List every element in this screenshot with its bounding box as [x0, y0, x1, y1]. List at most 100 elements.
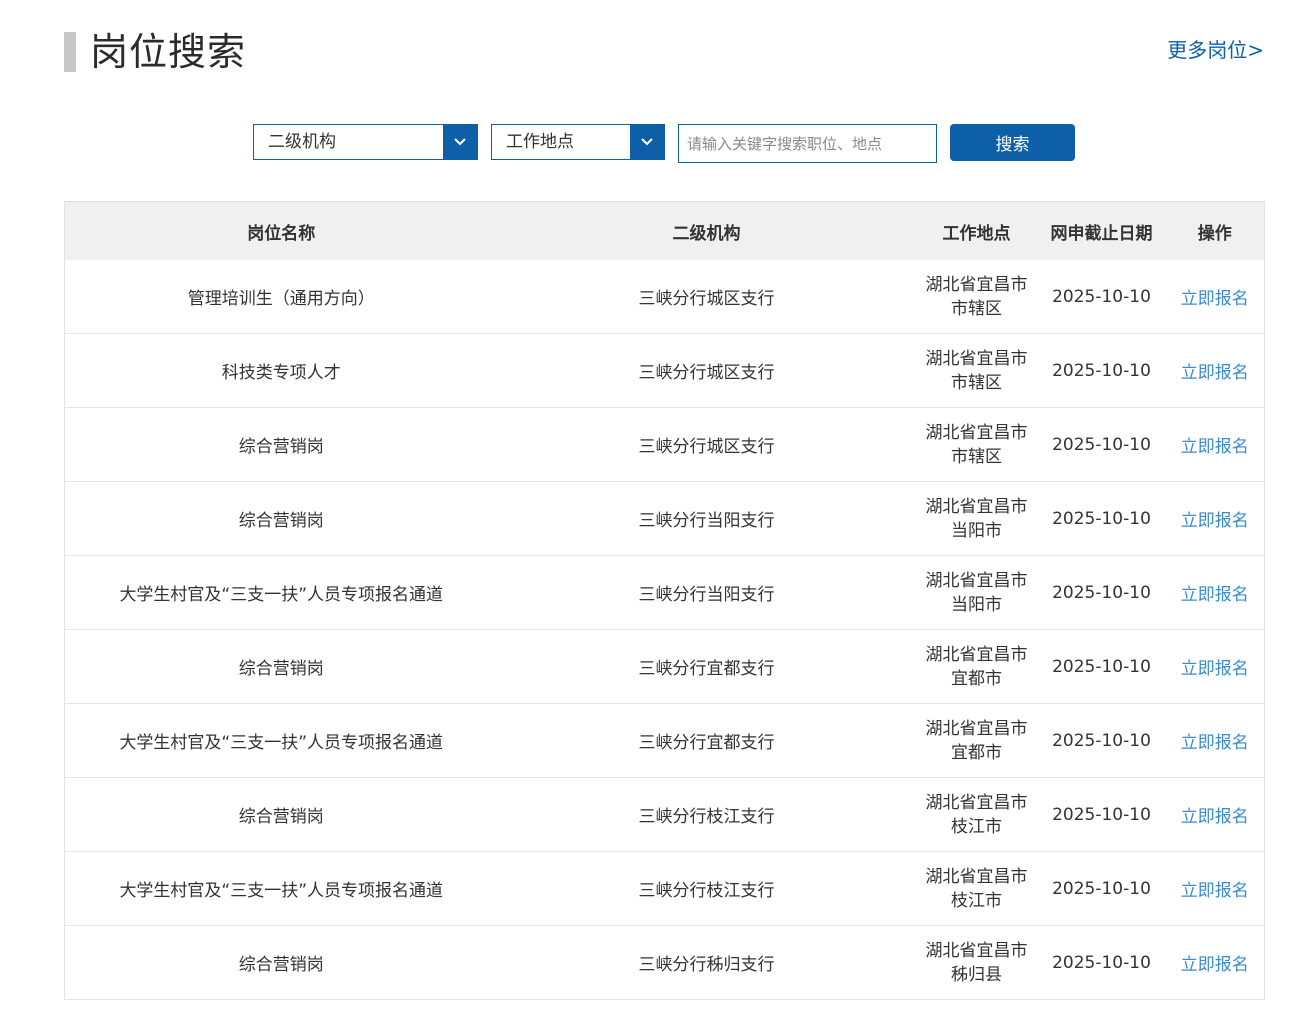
org-cell: 三峡分行城区支行: [497, 407, 916, 482]
deadline-cell: 2025-10-10: [1037, 629, 1166, 704]
location-line-2: 市辖区: [951, 372, 1002, 393]
location-line-2: 当阳市: [951, 594, 1002, 615]
location-line-2: 市辖区: [951, 298, 1002, 319]
location-line-2: 当阳市: [951, 520, 1002, 541]
location-line-1: 湖北省宜昌市: [925, 644, 1028, 665]
location-cell: 湖北省宜昌市 当阳市: [915, 555, 1038, 630]
apply-link[interactable]: 立即报名: [1181, 585, 1249, 605]
search-input[interactable]: [678, 124, 937, 163]
job-name-cell: 综合营销岗: [64, 925, 498, 1000]
location-line-1: 湖北省宜昌市: [925, 496, 1028, 517]
search-button[interactable]: 搜索: [950, 124, 1075, 161]
location-cell: 湖北省宜昌市 市辖区: [915, 260, 1038, 334]
table-row: 大学生村官及“三支一扶”人员专项报名通道 三峡分行宜都支行 湖北省宜昌市 宜都市 …: [64, 703, 1265, 778]
action-cell: 立即报名: [1165, 407, 1265, 482]
action-cell: 立即报名: [1165, 481, 1265, 556]
column-header-org: 二级机构: [497, 201, 916, 260]
job-table: 岗位名称 二级机构 工作地点 网申截止日期 操作 管理培训生（通用方向） 三峡分…: [64, 201, 1265, 1000]
apply-link[interactable]: 立即报名: [1181, 289, 1249, 309]
action-cell: 立即报名: [1165, 777, 1265, 852]
org-cell: 三峡分行秭归支行: [497, 925, 916, 1000]
column-header-location: 工作地点: [915, 201, 1038, 260]
location-line-2: 枝江市: [951, 816, 1002, 837]
job-name-cell: 综合营销岗: [64, 629, 498, 704]
job-name-cell: 综合营销岗: [64, 407, 498, 482]
org-select[interactable]: 二级机构: [253, 124, 478, 160]
org-cell: 三峡分行宜都支行: [497, 629, 916, 704]
apply-link[interactable]: 立即报名: [1181, 733, 1249, 753]
apply-link[interactable]: 立即报名: [1181, 437, 1249, 457]
chevron-down-icon: [630, 125, 664, 159]
location-line-2: 宜都市: [951, 742, 1002, 763]
location-line-2: 秭归县: [951, 964, 1002, 985]
org-cell: 三峡分行当阳支行: [497, 555, 916, 630]
table-row: 科技类专项人才 三峡分行城区支行 湖北省宜昌市 市辖区 2025-10-10 立即…: [64, 333, 1265, 408]
location-line-2: 枝江市: [951, 890, 1002, 911]
action-cell: 立即报名: [1165, 703, 1265, 778]
deadline-cell: 2025-10-10: [1037, 925, 1166, 1000]
job-name-cell: 综合营销岗: [64, 777, 498, 852]
location-line-1: 湖北省宜昌市: [925, 718, 1028, 739]
deadline-cell: 2025-10-10: [1037, 851, 1166, 926]
table-row: 管理培训生（通用方向） 三峡分行城区支行 湖北省宜昌市 市辖区 2025-10-1…: [64, 260, 1265, 334]
title-accent-bar: [64, 32, 76, 72]
org-cell: 三峡分行城区支行: [497, 260, 916, 334]
location-line-1: 湖北省宜昌市: [925, 274, 1028, 295]
apply-link[interactable]: 立即报名: [1181, 659, 1249, 679]
org-cell: 三峡分行宜都支行: [497, 703, 916, 778]
job-name-cell: 管理培训生（通用方向）: [64, 260, 498, 334]
deadline-cell: 2025-10-10: [1037, 407, 1166, 482]
column-header-action: 操作: [1165, 201, 1265, 260]
location-line-1: 湖北省宜昌市: [925, 866, 1028, 887]
job-name-cell: 大学生村官及“三支一扶”人员专项报名通道: [64, 851, 498, 926]
column-header-job-name: 岗位名称: [64, 201, 498, 260]
org-cell: 三峡分行枝江支行: [497, 777, 916, 852]
deadline-cell: 2025-10-10: [1037, 703, 1166, 778]
location-line-1: 湖北省宜昌市: [925, 570, 1028, 591]
action-cell: 立即报名: [1165, 260, 1265, 334]
org-cell: 三峡分行当阳支行: [497, 481, 916, 556]
org-select-value: 二级机构: [268, 132, 336, 152]
action-cell: 立即报名: [1165, 925, 1265, 1000]
location-cell: 湖北省宜昌市 市辖区: [915, 333, 1038, 408]
table-row: 综合营销岗 三峡分行城区支行 湖北省宜昌市 市辖区 2025-10-10 立即报名: [64, 407, 1265, 482]
apply-link[interactable]: 立即报名: [1181, 511, 1249, 531]
page-title: 岗位搜索: [90, 30, 247, 74]
table-row: 综合营销岗 三峡分行宜都支行 湖北省宜昌市 宜都市 2025-10-10 立即报名: [64, 629, 1265, 704]
deadline-cell: 2025-10-10: [1037, 481, 1166, 556]
location-line-1: 湖北省宜昌市: [925, 422, 1028, 443]
table-row: 综合营销岗 三峡分行秭归支行 湖北省宜昌市 秭归县 2025-10-10 立即报名: [64, 925, 1265, 1000]
apply-link[interactable]: 立即报名: [1181, 807, 1249, 827]
deadline-cell: 2025-10-10: [1037, 777, 1166, 852]
location-line-2: 市辖区: [951, 446, 1002, 467]
location-select[interactable]: 工作地点: [491, 124, 665, 160]
table-row: 综合营销岗 三峡分行当阳支行 湖北省宜昌市 当阳市 2025-10-10 立即报名: [64, 481, 1265, 556]
location-cell: 湖北省宜昌市 市辖区: [915, 407, 1038, 482]
table-row: 大学生村官及“三支一扶”人员专项报名通道 三峡分行当阳支行 湖北省宜昌市 当阳市 …: [64, 555, 1265, 630]
table-header-row: 岗位名称 二级机构 工作地点 网申截止日期 操作: [64, 201, 1265, 260]
location-select-value: 工作地点: [506, 132, 574, 152]
org-cell: 三峡分行枝江支行: [497, 851, 916, 926]
location-cell: 湖北省宜昌市 秭归县: [915, 925, 1038, 1000]
location-cell: 湖北省宜昌市 宜都市: [915, 703, 1038, 778]
apply-link[interactable]: 立即报名: [1181, 955, 1249, 975]
job-name-cell: 大学生村官及“三支一扶”人员专项报名通道: [64, 555, 498, 630]
location-cell: 湖北省宜昌市 枝江市: [915, 777, 1038, 852]
deadline-cell: 2025-10-10: [1037, 260, 1166, 334]
table-row: 综合营销岗 三峡分行枝江支行 湖北省宜昌市 枝江市 2025-10-10 立即报名: [64, 777, 1265, 852]
action-cell: 立即报名: [1165, 555, 1265, 630]
apply-link[interactable]: 立即报名: [1181, 881, 1249, 901]
location-line-1: 湖北省宜昌市: [925, 792, 1028, 813]
deadline-cell: 2025-10-10: [1037, 555, 1166, 630]
table-row: 大学生村官及“三支一扶”人员专项报名通道 三峡分行枝江支行 湖北省宜昌市 枝江市 …: [64, 851, 1265, 926]
job-name-cell: 科技类专项人才: [64, 333, 498, 408]
action-cell: 立即报名: [1165, 333, 1265, 408]
job-name-cell: 大学生村官及“三支一扶”人员专项报名通道: [64, 703, 498, 778]
location-line-1: 湖北省宜昌市: [925, 348, 1028, 369]
more-jobs-link[interactable]: 更多岗位>: [1167, 36, 1264, 64]
location-cell: 湖北省宜昌市 当阳市: [915, 481, 1038, 556]
org-cell: 三峡分行城区支行: [497, 333, 916, 408]
location-cell: 湖北省宜昌市 宜都市: [915, 629, 1038, 704]
location-line-1: 湖北省宜昌市: [925, 940, 1028, 961]
apply-link[interactable]: 立即报名: [1181, 363, 1249, 383]
